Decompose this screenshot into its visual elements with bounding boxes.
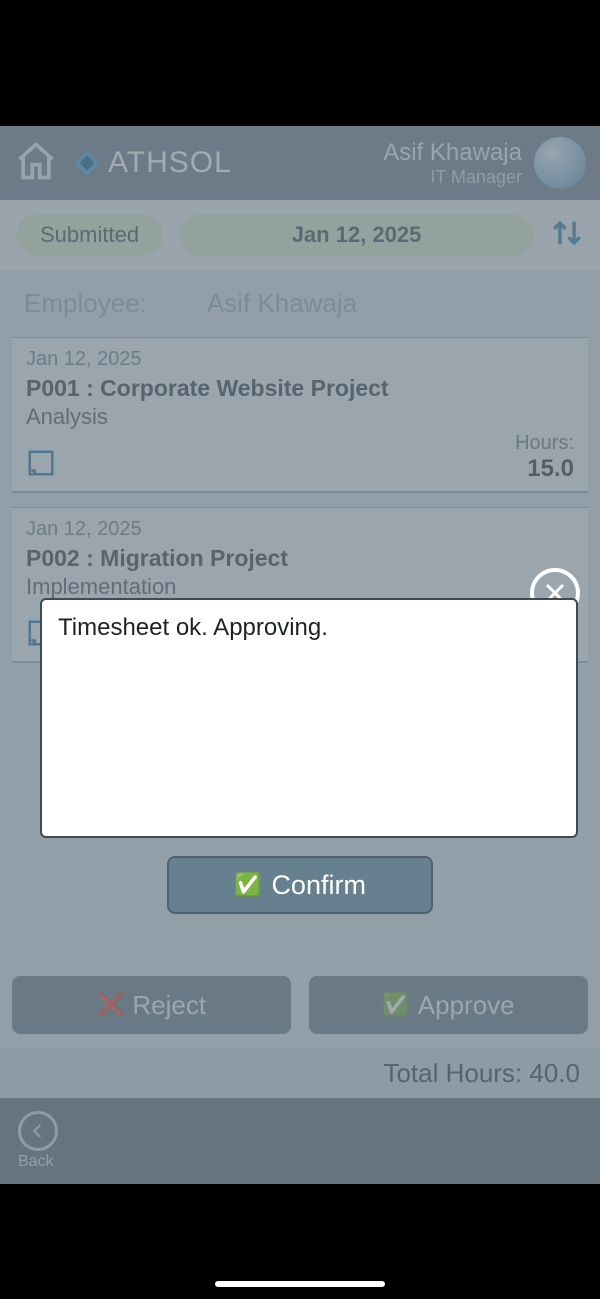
note-textarea[interactable]: Timesheet ok. Approving. xyxy=(40,598,578,838)
employee-row: Employee: Asif Khawaja xyxy=(0,270,600,337)
hours-label: Hours: xyxy=(515,432,574,455)
home-indicator[interactable] xyxy=(215,1281,385,1287)
hours-value: 15.0 xyxy=(515,455,574,483)
entry-title: P001 : Corporate Website Project xyxy=(26,375,574,402)
entry-task: Implementation xyxy=(26,574,574,600)
avatar[interactable] xyxy=(534,137,586,189)
home-icon[interactable] xyxy=(14,139,58,188)
brand-logo-icon xyxy=(72,148,102,178)
user-block: Asif Khawaja IT Manager xyxy=(383,139,522,188)
date-pill[interactable]: Jan 12, 2025 xyxy=(179,214,534,256)
note-icon[interactable] xyxy=(26,448,56,483)
totals-bar: Total Hours: 40.0 xyxy=(0,1048,600,1098)
confirm-button[interactable]: ✅ Confirm xyxy=(167,856,433,914)
approve-button[interactable]: ✅ Approve xyxy=(309,976,588,1034)
brand-text: ATHSOL xyxy=(108,146,232,180)
action-row: ❌ Reject ✅ Approve xyxy=(12,976,588,1034)
entry-task: Analysis xyxy=(26,404,574,430)
reject-button[interactable]: ❌ Reject xyxy=(12,976,291,1034)
reject-label: Reject xyxy=(132,990,206,1021)
sort-icon[interactable] xyxy=(550,214,584,257)
entry-date: Jan 12, 2025 xyxy=(26,348,574,371)
total-hours: Total Hours: 40.0 xyxy=(383,1058,580,1089)
check-icon: ✅ xyxy=(234,872,261,898)
app-header: ATHSOL Asif Khawaja IT Manager xyxy=(0,126,600,200)
brand: ATHSOL xyxy=(72,146,232,180)
cross-icon: ❌ xyxy=(97,992,124,1018)
approve-label: Approve xyxy=(418,990,515,1021)
check-icon: ✅ xyxy=(382,992,409,1018)
timesheet-entry[interactable]: Jan 12, 2025 P001 : Corporate Website Pr… xyxy=(12,337,588,493)
user-name: Asif Khawaja xyxy=(383,139,522,167)
footer: Back xyxy=(0,1098,600,1184)
employee-label: Employee: xyxy=(24,288,147,319)
status-pill[interactable]: Submitted xyxy=(16,214,163,256)
entry-date: Jan 12, 2025 xyxy=(26,518,574,541)
back-label: Back xyxy=(18,1153,54,1171)
user-role: IT Manager xyxy=(383,167,522,188)
app-frame: ATHSOL Asif Khawaja IT Manager Submitted… xyxy=(0,126,600,1184)
filter-bar: Submitted Jan 12, 2025 xyxy=(0,200,600,270)
confirm-label: Confirm xyxy=(271,870,366,901)
back-button[interactable] xyxy=(18,1111,58,1151)
employee-name: Asif Khawaja xyxy=(207,288,357,319)
entry-title: P002 : Migration Project xyxy=(26,545,574,572)
